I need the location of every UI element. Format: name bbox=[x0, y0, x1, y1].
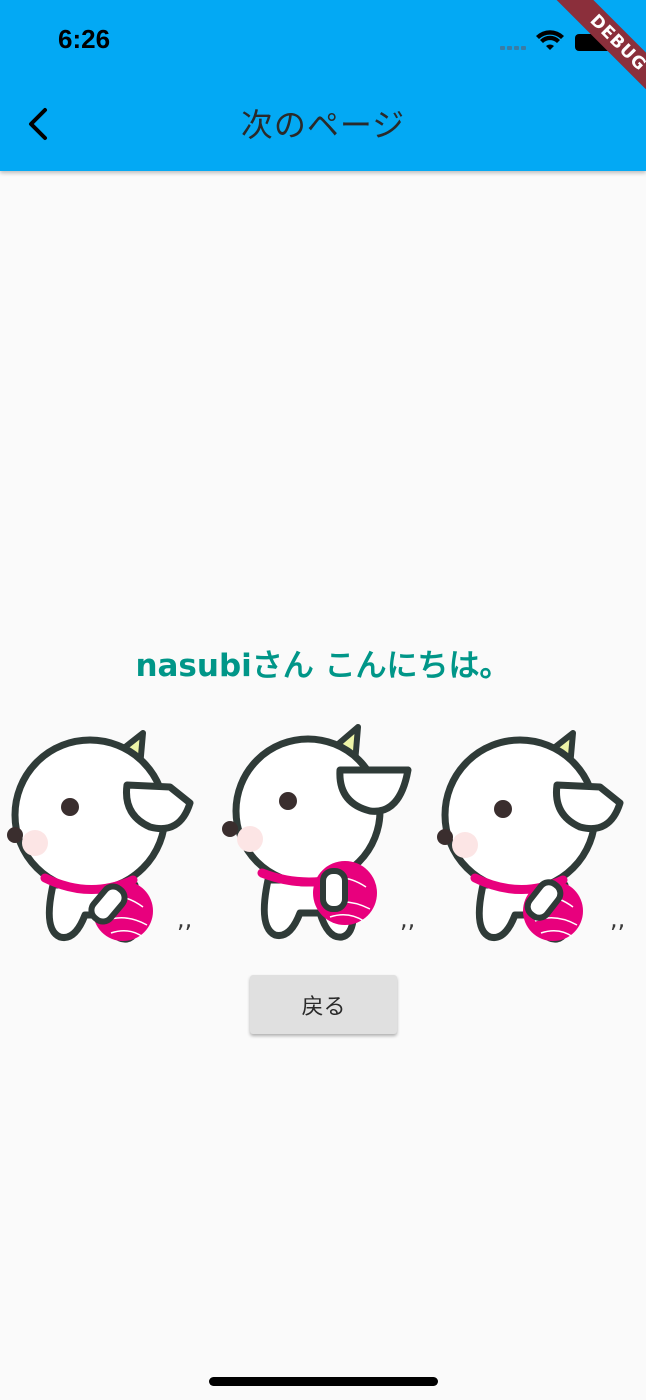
home-indicator[interactable] bbox=[209, 1377, 438, 1386]
back-button-text[interactable]: 戻る bbox=[250, 975, 397, 1034]
svg-text:,,: ,, bbox=[610, 905, 625, 933]
mascot-image: ,, bbox=[7, 730, 194, 943]
mascot-image: ,, bbox=[437, 730, 625, 943]
greeting-text: nasubiさん こんにちは。 bbox=[135, 648, 511, 684]
wifi-icon bbox=[536, 30, 564, 50]
svg-text:,,: ,, bbox=[400, 905, 415, 933]
status-time: 6:26 bbox=[58, 24, 111, 54]
signal-icon bbox=[500, 46, 526, 50]
page-title: 次のページ bbox=[240, 106, 406, 144]
mascot-row: ,, ,, ,, bbox=[0, 715, 646, 955]
app-bar: 6:26 次のページ DEBUG bbox=[0, 0, 646, 171]
mascot-image: ,, bbox=[222, 724, 415, 941]
svg-text:,,: ,, bbox=[177, 905, 192, 933]
